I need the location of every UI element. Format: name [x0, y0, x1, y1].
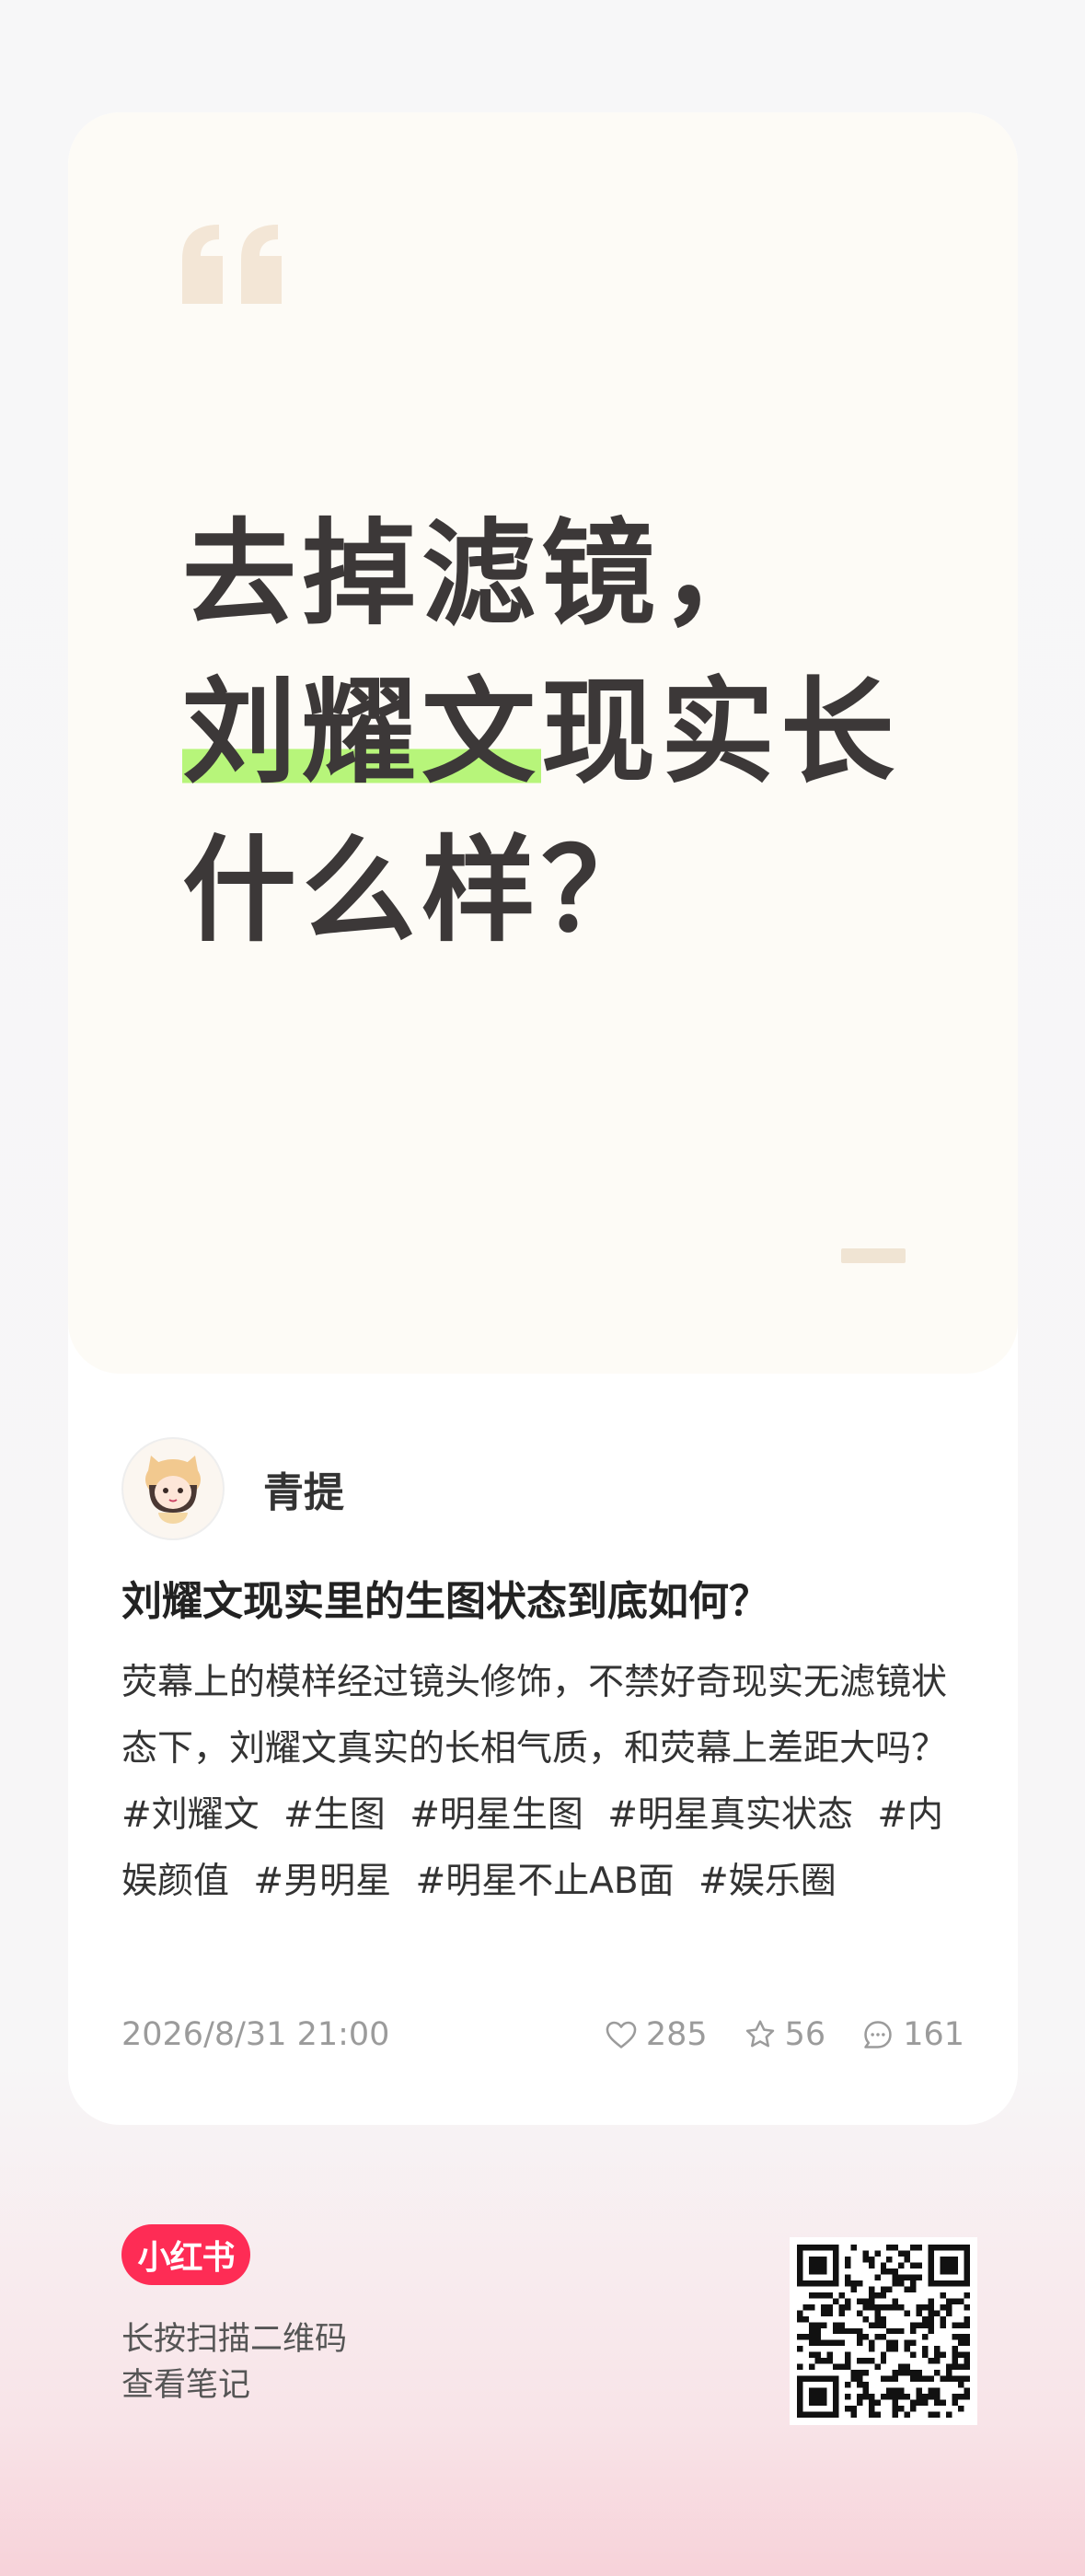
star-icon: [745, 2020, 774, 2048]
collect-count: 56: [784, 2016, 826, 2053]
headline-line-2: 刘耀文现实长: [182, 654, 974, 812]
cover-image[interactable]: 去掉滤镜， 刘耀文现实长 什么样？: [68, 112, 1018, 1374]
tag-link[interactable]: #刘耀文: [121, 1794, 260, 1836]
headline-line-1: 去掉滤镜，: [182, 508, 781, 641]
cover-headline: 去掉滤镜， 刘耀文现实长 什么样？: [182, 495, 974, 970]
headline-line-3: 什么样？: [182, 825, 662, 957]
scan-line-2: 查看笔记: [121, 2367, 251, 2404]
like-count: 285: [645, 2016, 708, 2053]
comment-count: 161: [903, 2016, 964, 2053]
note-description: 荧幕上的模样经过镜头修饰，不禁好奇现实无滤镜状态下，刘耀文真实的长相气质，和荧幕…: [121, 1662, 948, 1770]
brand-logo: 小红书: [121, 2224, 250, 2285]
author-row[interactable]: 青提: [121, 1437, 344, 1540]
decorative-dash: [841, 1248, 906, 1263]
post-date: 2026/8/31 21:00: [121, 2016, 390, 2053]
note-card: 去掉滤镜， 刘耀文现实长 什么样？ 青提 刘耀文现实里的生图状态到底如何？ 荧幕…: [68, 112, 1018, 2125]
tag-link[interactable]: #生图: [283, 1794, 386, 1836]
note-meta: 2026/8/31 21:00 285 56 161: [121, 2007, 964, 2062]
comment-bubble-icon: [864, 2021, 892, 2048]
tag-link[interactable]: #男明星: [253, 1861, 391, 1902]
scan-instructions: 长按扫描二维码 查看笔记: [121, 2316, 347, 2408]
qr-code[interactable]: [790, 2237, 977, 2425]
author-name[interactable]: 青提: [263, 1459, 344, 1518]
tag-link[interactable]: #明星真实状态: [607, 1794, 853, 1836]
tag-link[interactable]: #娱乐圈: [698, 1861, 837, 1902]
headline-highlight: 刘耀文: [182, 667, 542, 799]
heart-icon: [606, 2021, 637, 2048]
tag-list: #刘耀文 #生图 #明星生图 #明星真实状态 #内娱颜值 #男明星 #明星不止A…: [121, 1782, 950, 1915]
headline-line-2-rest: 现实长: [541, 667, 901, 799]
cartoon-girl-avatar[interactable]: [121, 1437, 225, 1540]
comment-stat[interactable]: 161: [860, 2016, 964, 2053]
open-quote-icon: [182, 225, 282, 304]
like-stat[interactable]: 285: [604, 2016, 708, 2053]
collect-stat[interactable]: 56: [743, 2016, 826, 2053]
scan-line-1: 长按扫描二维码: [121, 2321, 348, 2358]
note-body: 荧幕上的模样经过镜头修饰，不禁好奇现实无滤镜状态下，刘耀文真实的长相气质，和荧幕…: [121, 1650, 950, 1915]
tag-link[interactable]: #明星不止AB面: [416, 1861, 675, 1902]
note-title: 刘耀文现实里的生图状态到底如何？: [121, 1578, 769, 1625]
tag-link[interactable]: #明星生图: [410, 1794, 583, 1836]
